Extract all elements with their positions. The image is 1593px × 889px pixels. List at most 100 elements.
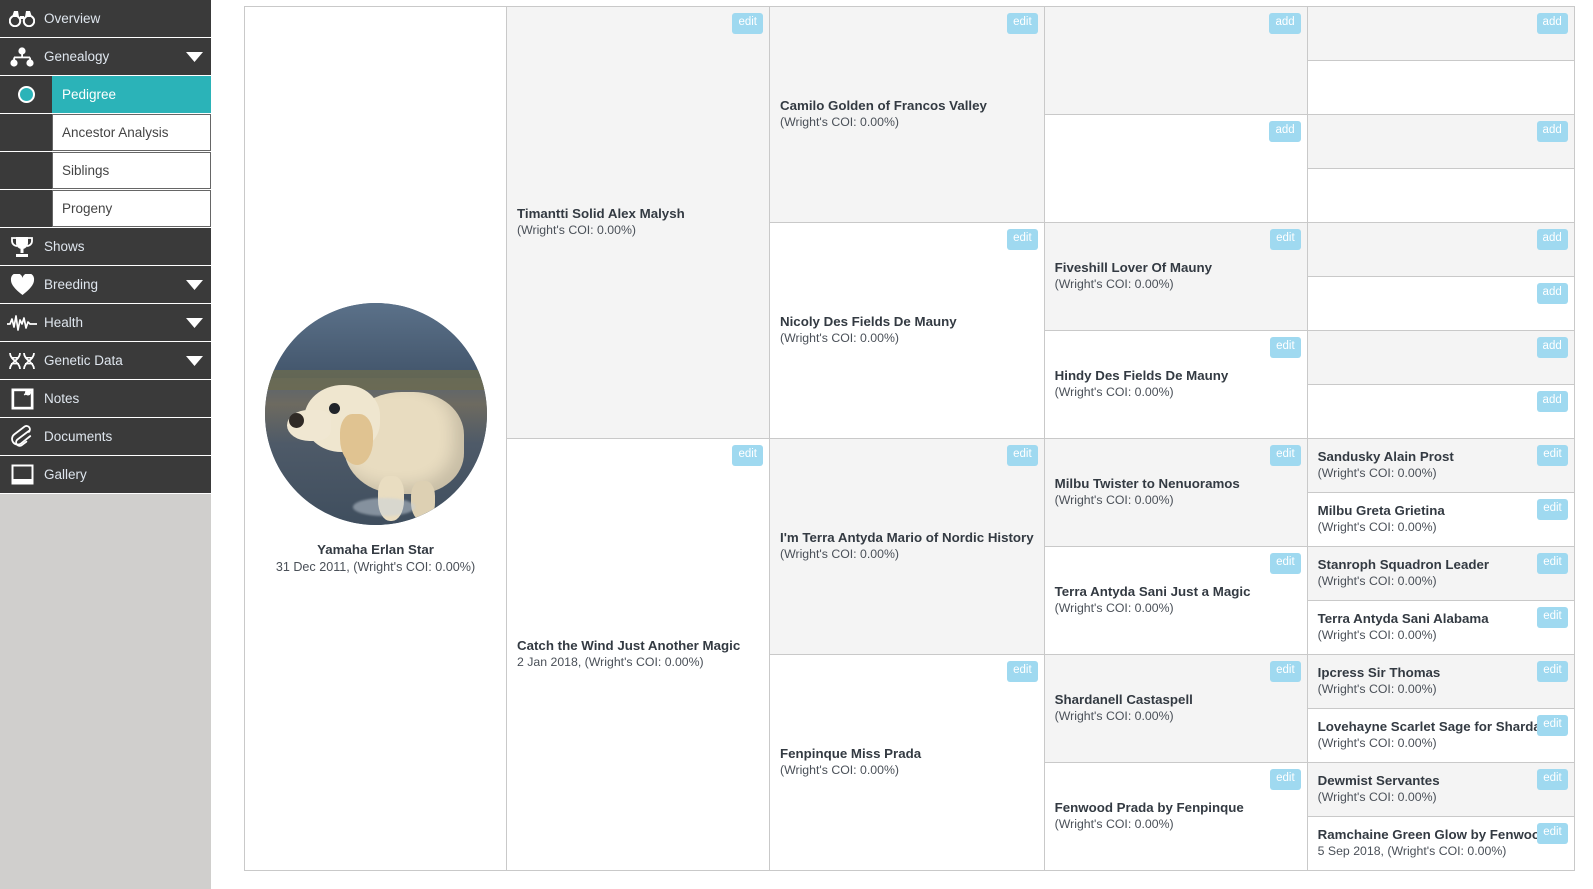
ancestor-cell[interactable]: edit Milbu Twister to Nenuoramos (Wright… (1044, 439, 1308, 547)
ancestor-cell[interactable] (1307, 169, 1574, 223)
ancestor-cell[interactable]: add (1307, 277, 1574, 331)
sidebar-item-gallery[interactable]: Gallery (0, 456, 211, 494)
edit-badge[interactable]: edit (1007, 13, 1038, 34)
ancestor-meta: (Wright's COI: 0.00%) (1054, 385, 1174, 400)
ancestor-name: Nicoly Des Fields De Mauny (780, 313, 957, 329)
edit-badge[interactable]: edit (1537, 499, 1568, 520)
trophy-icon (0, 228, 44, 266)
ancestor-cell[interactable]: edit Lovehayne Scarlet Sage for Shardane… (1307, 709, 1574, 763)
ancestor-cell[interactable]: edit Terra Antyda Sani Just a Magic (Wri… (1044, 547, 1308, 655)
add-badge[interactable]: add (1536, 337, 1568, 358)
sidebar-item-pedigree[interactable]: Pedigree (0, 76, 211, 114)
sidebar-item-health[interactable]: Health (0, 304, 211, 342)
ancestor-meta: (Wright's COI: 0.00%) (517, 223, 636, 238)
edit-badge[interactable]: edit (1270, 337, 1301, 358)
generation-column-subject: Yamaha Erlan Star 31 Dec 2011, (Wright's… (245, 7, 507, 870)
ancestor-cell[interactable]: edit Catch the Wind Just Another Magic 2… (507, 439, 770, 870)
ancestor-cell[interactable]: edit I'm Terra Antyda Mario of Nordic Hi… (770, 439, 1045, 655)
ancestor-meta: (Wright's COI: 0.00%) (1054, 277, 1174, 292)
ancestor-cell[interactable]: edit Fenpinque Miss Prada (Wright's COI:… (770, 655, 1045, 870)
ancestor-name: Camilo Golden of Francos Valley (780, 97, 987, 113)
edit-badge[interactable]: edit (1537, 607, 1568, 628)
edit-badge[interactable]: edit (1007, 445, 1038, 466)
ancestor-meta: (Wright's COI: 0.00%) (1317, 520, 1437, 535)
edit-badge[interactable]: edit (1270, 553, 1301, 574)
ancestor-name: Fenpinque Miss Prada (780, 745, 922, 761)
ancestor-cell[interactable] (1307, 61, 1574, 115)
ancestor-cell[interactable]: edit Nicoly Des Fields De Mauny (Wright'… (770, 223, 1045, 439)
ancestor-cell[interactable]: edit Ramchaine Green Glow by Fenwood 5 S… (1307, 817, 1574, 870)
sidebar-item-genealogy[interactable]: Genealogy (0, 38, 211, 76)
add-badge[interactable]: add (1536, 13, 1568, 34)
ancestor-cell[interactable]: edit Shardanell Castaspell (Wright's COI… (1044, 655, 1308, 763)
sidebar-item-genetic-data[interactable]: Genetic Data (0, 342, 211, 380)
generation-column-great-great-grandparents: add add add add add add edit Sandusky Al… (1307, 7, 1574, 870)
sidebar-item-breeding[interactable]: Breeding (0, 266, 211, 304)
ancestor-cell[interactable]: add (1307, 331, 1574, 385)
edit-badge[interactable]: edit (1270, 661, 1301, 682)
ancestor-meta: (Wright's COI: 0.00%) (1317, 736, 1437, 751)
main-content: Yamaha Erlan Star 31 Dec 2011, (Wright's… (211, 0, 1593, 889)
ancestor-cell[interactable]: add (1307, 223, 1574, 277)
add-badge[interactable]: add (1536, 121, 1568, 142)
ancestor-cell[interactable]: edit Dewmist Servantes (Wright's COI: 0.… (1307, 763, 1574, 817)
add-badge[interactable]: add (1269, 121, 1301, 142)
ancestor-meta: 5 Sep 2018, (Wright's COI: 0.00%) (1317, 844, 1507, 859)
ancestor-cell[interactable]: add (1307, 115, 1574, 169)
ancestor-name: Lovehayne Scarlet Sage for Shardanell (1317, 718, 1564, 734)
edit-badge[interactable]: edit (1537, 823, 1568, 844)
sidebar-item-shows[interactable]: Shows (0, 228, 211, 266)
ancestor-cell[interactable]: add (1044, 115, 1308, 223)
edit-badge[interactable]: edit (732, 445, 763, 466)
edit-badge[interactable]: edit (732, 13, 763, 34)
sidebar-item-progeny[interactable]: Progeny (0, 190, 211, 228)
chevron-down-icon[interactable] (177, 304, 211, 342)
sidebar-item-notes[interactable]: Notes (0, 380, 211, 418)
edit-badge[interactable]: edit (1270, 445, 1301, 466)
sidebar-item-label: Breeding (44, 276, 99, 292)
subject-card[interactable]: Yamaha Erlan Star 31 Dec 2011, (Wright's… (245, 7, 507, 870)
ancestor-name: Ipcress Sir Thomas (1317, 664, 1441, 680)
edit-badge[interactable]: edit (1537, 445, 1568, 466)
ancestor-meta: (Wright's COI: 0.00%) (1317, 790, 1437, 805)
ancestor-cell[interactable]: edit Hindy Des Fields De Mauny (Wright's… (1044, 331, 1308, 439)
pedigree-app: Overview Genealogy Pedigree Ancestor Ana… (0, 0, 1593, 889)
edit-badge[interactable]: edit (1270, 229, 1301, 250)
edit-badge[interactable]: edit (1007, 229, 1038, 250)
edit-badge[interactable]: edit (1007, 661, 1038, 682)
sidebar-item-label: Overview (44, 10, 101, 26)
ancestor-cell[interactable]: edit Sandusky Alain Prost (Wright's COI:… (1307, 439, 1574, 493)
sidebar-item-overview[interactable]: Overview (0, 0, 211, 38)
ancestor-cell[interactable]: edit Milbu Greta Grietina (Wright's COI:… (1307, 493, 1574, 547)
ancestor-cell[interactable]: add (1307, 7, 1574, 61)
sidebar-item-ancestor-analysis[interactable]: Ancestor Analysis (0, 114, 211, 152)
ancestor-cell[interactable]: edit Fenwood Prada by Fenpinque (Wright'… (1044, 763, 1308, 870)
ancestor-cell[interactable]: edit Stanroph Squadron Leader (Wright's … (1307, 547, 1574, 601)
sub-gutter (0, 190, 52, 227)
edit-badge[interactable]: edit (1270, 769, 1301, 790)
ancestor-meta: (Wright's COI: 0.00%) (780, 547, 899, 562)
edit-badge[interactable]: edit (1537, 715, 1568, 736)
ancestor-cell[interactable]: edit Fiveshill Lover Of Mauny (Wright's … (1044, 223, 1308, 331)
edit-badge[interactable]: edit (1537, 553, 1568, 574)
ancestor-cell[interactable]: edit Timantti Solid Alex Malysh (Wright'… (507, 7, 770, 439)
ancestor-cell[interactable]: edit Camilo Golden of Francos Valley (Wr… (770, 7, 1045, 223)
ancestor-cell[interactable]: edit Ipcress Sir Thomas (Wright's COI: 0… (1307, 655, 1574, 709)
add-badge[interactable]: add (1536, 283, 1568, 304)
edit-badge[interactable]: edit (1537, 661, 1568, 682)
add-badge[interactable]: add (1269, 13, 1301, 34)
add-badge[interactable]: add (1536, 391, 1568, 412)
edit-badge[interactable]: edit (1537, 769, 1568, 790)
sidebar-item-documents[interactable]: Documents (0, 418, 211, 456)
sidebar-item-siblings[interactable]: Siblings (0, 152, 211, 190)
chevron-down-icon[interactable] (177, 38, 211, 76)
pedigree-chart: Yamaha Erlan Star 31 Dec 2011, (Wright's… (244, 6, 1575, 871)
chevron-down-icon[interactable] (177, 342, 211, 380)
ancestor-cell[interactable]: add (1307, 385, 1574, 439)
sidebar-item-label: Documents (44, 428, 113, 444)
add-badge[interactable]: add (1536, 229, 1568, 250)
ancestor-cell[interactable]: edit Terra Antyda Sani Alabama (Wright's… (1307, 601, 1574, 655)
ancestor-cell[interactable]: add (1044, 7, 1308, 115)
chevron-down-icon[interactable] (177, 266, 211, 304)
sub-gutter (0, 114, 52, 151)
